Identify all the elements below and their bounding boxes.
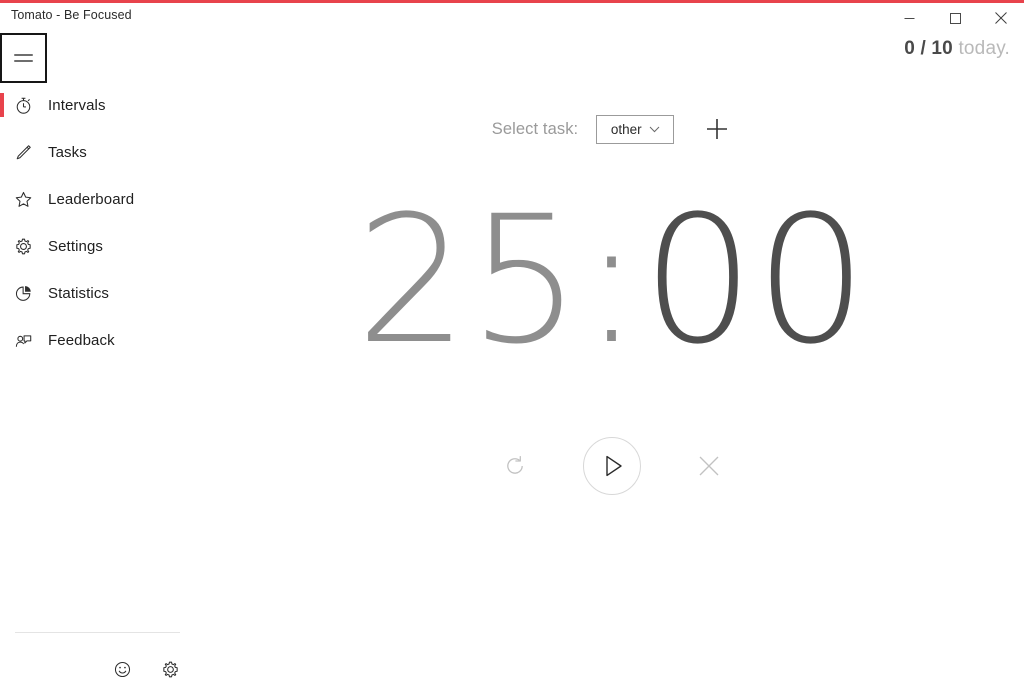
sidebar-item-tasks[interactable]: Tasks (0, 135, 200, 169)
main-content: Select task: other 25:00 (200, 33, 1024, 694)
timer-seconds: 00 (642, 178, 869, 383)
hamburger-icon (14, 54, 33, 62)
active-indicator (0, 140, 4, 164)
sidebar-item-feedback[interactable]: Feedback (0, 323, 200, 357)
sidebar-item-intervals[interactable]: Intervals (0, 88, 200, 122)
active-indicator (0, 281, 4, 305)
sidebar-item-label: Feedback (48, 331, 115, 349)
sidebar-item-label: Tasks (48, 143, 87, 161)
timer-separator: : (581, 178, 643, 383)
active-indicator (0, 234, 4, 258)
star-icon (12, 188, 34, 210)
play-icon (605, 455, 622, 477)
sidebar-divider (15, 632, 180, 633)
timer-minutes: 25 (355, 178, 582, 383)
sidebar-item-label: Statistics (48, 284, 110, 302)
sidebar-footer (0, 648, 200, 690)
chevron-down-icon (649, 126, 659, 132)
settings-icon-button[interactable] (158, 657, 182, 681)
reset-icon (507, 455, 523, 474)
maximize-button[interactable] (932, 3, 978, 33)
sidebar-item-leaderboard[interactable]: Leaderboard (0, 182, 200, 216)
minimize-icon (904, 17, 914, 19)
app-window: Tomato - Be Focused 0 / 10 today. Interv… (0, 0, 1024, 694)
task-dropdown[interactable]: other (596, 114, 675, 144)
smiley-icon (114, 661, 130, 677)
sidebar-item-label: Leaderboard (48, 190, 135, 208)
menu-button[interactable] (0, 33, 47, 83)
gear-icon (162, 661, 178, 677)
sidebar-item-statistics[interactable]: Statistics (0, 276, 200, 310)
active-indicator (0, 328, 4, 352)
title-bar: Tomato - Be Focused (0, 3, 1024, 33)
active-indicator (0, 93, 4, 117)
active-indicator (0, 187, 4, 211)
smiley-icon-button[interactable] (110, 657, 134, 681)
pencil-icon (12, 141, 34, 163)
plus-icon (707, 119, 728, 139)
stop-button[interactable] (689, 446, 729, 486)
close-icon (995, 12, 1007, 24)
pie-chart-icon (12, 282, 34, 304)
add-task-button[interactable] (702, 114, 732, 144)
window-title: Tomato - Be Focused (11, 8, 132, 22)
close-button[interactable] (978, 3, 1024, 33)
play-button[interactable] (583, 437, 641, 495)
sidebar-item-label: Settings (48, 237, 103, 255)
task-dropdown-value: other (610, 121, 642, 137)
task-selector-row: Select task: other (200, 111, 1024, 147)
maximize-icon (949, 12, 961, 24)
stopwatch-icon (12, 94, 34, 116)
sidebar-item-settings[interactable]: Settings (0, 229, 200, 263)
timer-display: 25:00 (200, 193, 1024, 369)
select-task-label: Select task: (491, 119, 579, 138)
reset-button[interactable] (495, 446, 535, 486)
feedback-icon (12, 329, 34, 351)
minimize-button[interactable] (886, 3, 932, 33)
gear-icon (12, 235, 34, 257)
sidebar: Intervals Tasks Leaderboard Settings Sta… (0, 88, 200, 633)
sidebar-item-label: Intervals (48, 96, 106, 114)
window-controls (886, 3, 1024, 33)
timer-controls (200, 428, 1024, 504)
close-icon (699, 456, 719, 476)
